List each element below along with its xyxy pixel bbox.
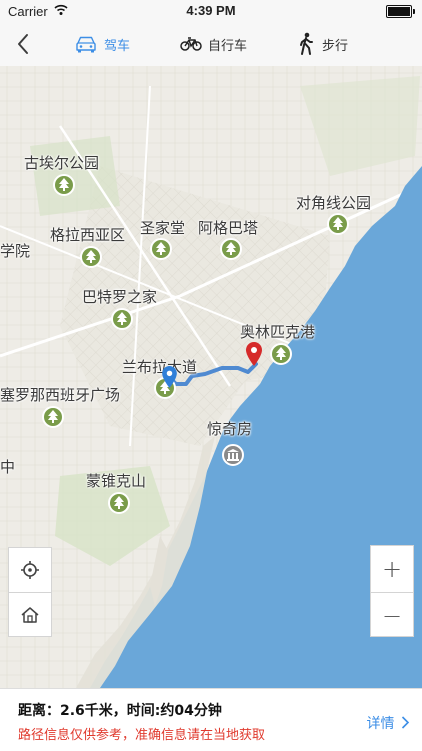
tree-icon [276, 347, 286, 360]
walking-icon [300, 32, 313, 55]
tab-driving-label: 驾车 [104, 38, 131, 54]
tab-walking[interactable]: 步行 [298, 22, 348, 66]
route-info-panel: 距离：2.6千米，时间:约04分钟 路径信息仅供参考，准确信息请在当地获取 详情 [0, 688, 422, 751]
park-marker[interactable] [53, 174, 75, 196]
locate-icon [21, 561, 39, 579]
bicycle-icon [180, 37, 202, 51]
zoom-in-button[interactable]: + [371, 546, 413, 593]
park-marker[interactable] [111, 308, 133, 330]
map-label-rambla: 兰布拉大道 [122, 358, 198, 376]
park-marker[interactable] [150, 238, 172, 260]
battery-icon [386, 5, 415, 18]
map-label-middle: 中 [0, 458, 16, 476]
park-marker[interactable] [42, 406, 64, 428]
map-label-college: 学院 [0, 242, 31, 260]
map-label-agbar: 阿格巴塔 [198, 219, 259, 237]
park-marker[interactable] [327, 213, 349, 235]
destination-pin-icon[interactable] [246, 342, 262, 366]
tree-icon [114, 496, 124, 509]
back-button[interactable] [12, 30, 36, 58]
map-label-casa-batllo: 巴特罗之家 [82, 288, 158, 306]
tree-icon [226, 242, 236, 255]
home-button[interactable] [9, 593, 51, 637]
map-label-plaza-espana: 塞罗那西班牙广场 [0, 386, 121, 404]
details-button[interactable]: 详情 [367, 713, 410, 733]
tab-bicycle[interactable]: 自行车 [180, 22, 247, 66]
museum-marker[interactable] [222, 444, 244, 466]
chevron-right-icon [401, 716, 410, 729]
map-label-gracia: 格拉西亚区 [50, 226, 126, 244]
map-label-olympic-port: 奥林匹克港 [240, 323, 316, 341]
park-marker[interactable] [108, 492, 130, 514]
route-disclaimer: 路径信息仅供参考，准确信息请在当地获取 [18, 728, 266, 743]
map-view[interactable]: 古埃尔公园 格拉西亚区 圣家堂 阿格巴塔 对角线公园 学院 巴特罗之家 奥林匹克… [0, 66, 422, 688]
tree-icon [59, 178, 69, 191]
details-label: 详情 [366, 716, 395, 732]
map-label-sagrada: 圣家堂 [140, 219, 186, 237]
tree-icon [117, 312, 127, 325]
map-label-montjuic: 蒙锥克山 [86, 472, 147, 490]
park-marker[interactable] [220, 238, 242, 260]
status-bar: Carrier 4:39 PM [0, 0, 422, 22]
transport-mode-bar: 驾车 自行车 步行 [0, 22, 422, 67]
tab-bicycle-label: 自行车 [208, 38, 248, 54]
car-icon [76, 36, 96, 53]
tab-walking-label: 步行 [322, 38, 349, 54]
home-icon [21, 607, 39, 623]
zoom-out-button[interactable]: − [371, 593, 413, 638]
locate-button[interactable] [9, 548, 51, 593]
route-distance-time: 距离：2.6千米，时间:约04分钟 [18, 703, 222, 719]
tree-icon [333, 217, 343, 230]
map-label-guell-park: 古埃尔公园 [24, 154, 100, 172]
map-label-diagonal-park: 对角线公园 [296, 194, 372, 212]
tree-icon [156, 242, 166, 255]
tab-driving[interactable]: 驾车 [74, 22, 130, 66]
museum-icon [227, 449, 239, 461]
map-left-controls [8, 547, 52, 637]
zoom-controls: + − [370, 545, 414, 637]
start-pin-icon[interactable] [162, 366, 177, 388]
park-marker[interactable] [80, 246, 102, 268]
park-marker[interactable] [270, 343, 292, 365]
map-label-aquarium: 惊奇房 [207, 420, 253, 438]
clock: 4:39 PM [186, 3, 236, 18]
tree-icon [86, 250, 96, 263]
tree-icon [48, 410, 58, 423]
